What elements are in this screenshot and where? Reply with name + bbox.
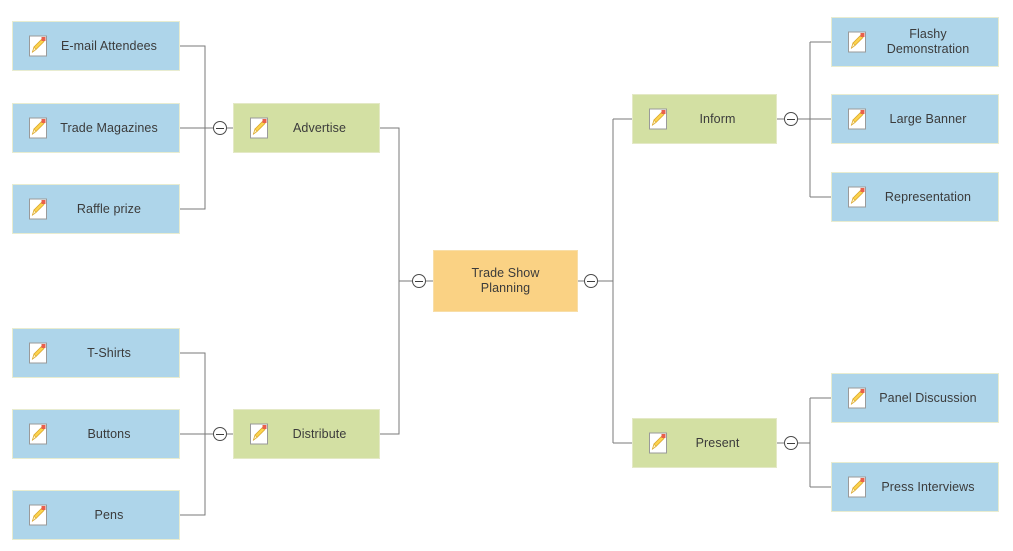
note-pencil-icon [848,387,866,409]
note-pencil-icon [29,423,47,445]
note-pencil-icon [29,35,47,57]
note-pencil-icon [29,504,47,526]
node-pens[interactable]: Pens [12,490,180,540]
node-distribute[interactable]: Distribute [233,409,380,459]
note-pencil-icon [649,432,667,454]
node-email-attendees[interactable]: E-mail Attendees [12,21,180,71]
node-trade-magazines[interactable]: Trade Magazines [12,103,180,153]
node-t-shirts[interactable]: T-Shirts [12,328,180,378]
node-root-trade-show-planning[interactable]: Trade Show Planning [433,250,578,312]
node-buttons[interactable]: Buttons [12,409,180,459]
note-pencil-icon [29,117,47,139]
collapse-toggle-inform[interactable] [784,112,798,126]
note-pencil-icon [848,108,866,130]
node-large-banner[interactable]: Large Banner [831,94,999,144]
note-pencil-icon [29,198,47,220]
node-flashy-demonstration[interactable]: Flashy Demonstration [831,17,999,67]
node-press-interviews[interactable]: Press Interviews [831,462,999,512]
node-present[interactable]: Present [632,418,777,468]
note-pencil-icon [250,423,268,445]
collapse-toggle-root-right[interactable] [584,274,598,288]
collapse-toggle-advertise[interactable] [213,121,227,135]
note-pencil-icon [649,108,667,130]
node-raffle-prize[interactable]: Raffle prize [12,184,180,234]
node-label: Trade Show Planning [471,266,540,295]
node-advertise[interactable]: Advertise [233,103,380,153]
note-pencil-icon [250,117,268,139]
collapse-toggle-present[interactable] [784,436,798,450]
node-inform[interactable]: Inform [632,94,777,144]
collapse-toggle-distribute[interactable] [213,427,227,441]
collapse-toggle-root-left[interactable] [412,274,426,288]
note-pencil-icon [848,186,866,208]
note-pencil-icon [848,476,866,498]
mindmap-canvas: E-mail Attendees Trade Magazines Raffle … [0,0,1013,551]
node-panel-discussion[interactable]: Panel Discussion [831,373,999,423]
note-pencil-icon [29,342,47,364]
node-representation[interactable]: Representation [831,172,999,222]
note-pencil-icon [848,31,866,53]
